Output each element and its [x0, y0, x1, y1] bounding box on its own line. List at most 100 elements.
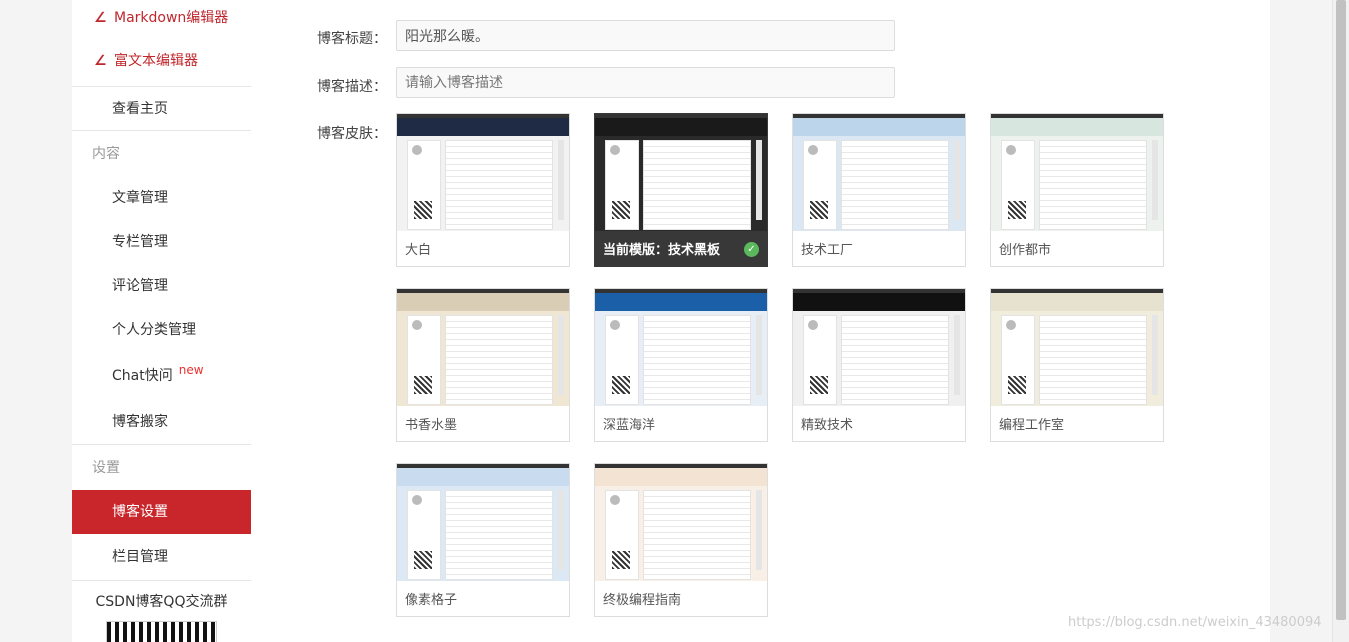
skin-option[interactable]: 深蓝海洋 — [594, 288, 768, 442]
skin-name: 当前模版：技术黑板 — [603, 243, 721, 258]
skin-preview — [991, 114, 1163, 231]
blog-description-input[interactable] — [396, 67, 895, 98]
skin-name: 像素格子 — [405, 593, 458, 608]
preview-body — [643, 315, 751, 405]
settings-panel: 博客标题： 博客描述： 博客皮肤： 大白 当前模版：技术黑板 ✓ 技术工厂 创作都市书香… — [251, 0, 1270, 642]
preview-banner — [595, 293, 767, 311]
skin-preview — [397, 114, 569, 231]
preview-toolbar — [558, 490, 564, 570]
preview-toolbar — [1152, 140, 1158, 220]
sidebar-item-label: 博客设置 — [112, 504, 168, 520]
preview-banner — [595, 468, 767, 486]
skin-name: 书香水墨 — [405, 418, 458, 433]
skin-name: 精致技术 — [801, 418, 854, 433]
preview-sidebar — [605, 140, 639, 230]
skin-name: 大白 — [405, 243, 432, 258]
richtext-editor-label: 富文本编辑器 — [114, 53, 198, 69]
preview-banner — [397, 293, 569, 311]
preview-sidebar — [407, 315, 441, 405]
preview-body — [841, 315, 949, 405]
section-settings-label: 设置 — [92, 460, 120, 476]
new-badge: new — [178, 363, 204, 377]
sidebar-item-column-management[interactable]: 栏目管理 — [72, 534, 251, 580]
preview-body — [1039, 315, 1147, 405]
view-home-link[interactable]: 查看主页 — [72, 86, 251, 130]
skin-option[interactable]: 当前模版：技术黑板 ✓ — [594, 113, 768, 267]
preview-toolbar — [558, 315, 564, 395]
skin-option[interactable]: 终极编程指南 — [594, 463, 768, 617]
markdown-editor-link[interactable]: ∠ Markdown编辑器 — [72, 0, 251, 36]
skin-option[interactable]: 编程工作室 — [990, 288, 1164, 442]
preview-toolbar — [756, 140, 762, 220]
skin-label: 博客皮肤： — [317, 126, 387, 142]
preview-banner — [991, 293, 1163, 311]
preview-body — [445, 315, 553, 405]
scrollbar[interactable] — [1332, 0, 1349, 642]
preview-sidebar — [605, 315, 639, 405]
title-label: 博客标题： — [317, 31, 387, 47]
sidebar: ∠ Markdown编辑器 ∠ 富文本编辑器 查看主页 内容 文章管理 专栏管理 评… — [72, 0, 251, 642]
sidebar-item-migrate[interactable]: 博客搬家 — [72, 400, 251, 444]
skin-name: 技术工厂 — [801, 243, 854, 258]
sidebar-item-label: Chat快问 — [112, 368, 173, 384]
sidebar-item-comments[interactable]: 评论管理 — [72, 264, 251, 308]
skin-option[interactable]: 书香水墨 — [396, 288, 570, 442]
preview-sidebar — [803, 140, 837, 230]
section-content-label: 内容 — [92, 146, 120, 162]
preview-body — [445, 490, 553, 580]
preview-banner — [991, 118, 1163, 136]
preview-body — [1039, 140, 1147, 230]
check-icon: ✓ — [744, 242, 759, 257]
scrollbar-thumb[interactable] — [1336, 0, 1346, 620]
sidebar-item-label: 博客搬家 — [112, 414, 168, 430]
preview-banner — [793, 118, 965, 136]
preview-sidebar — [605, 490, 639, 580]
skin-preview — [991, 289, 1163, 406]
skin-option[interactable]: 技术工厂 — [792, 113, 966, 267]
sidebar-item-label: 个人分类管理 — [112, 322, 196, 338]
sidebar-item-columns[interactable]: 专栏管理 — [72, 220, 251, 264]
skin-name: 深蓝海洋 — [603, 418, 656, 433]
skin-option[interactable]: 像素格子 — [396, 463, 570, 617]
skin-option[interactable]: 精致技术 — [792, 288, 966, 442]
sidebar-item-chat[interactable]: Chat快问 new — [72, 352, 251, 400]
preview-toolbar — [954, 140, 960, 220]
skin-preview — [595, 464, 767, 581]
preview-toolbar — [1152, 315, 1158, 395]
richtext-editor-link[interactable]: ∠ 富文本编辑器 — [72, 36, 251, 86]
preview-toolbar — [954, 315, 960, 395]
section-content-heading: 内容 — [72, 130, 251, 176]
skin-name: 创作都市 — [999, 243, 1052, 258]
preview-toolbar — [756, 315, 762, 395]
preview-body — [643, 140, 751, 230]
sidebar-item-blog-settings[interactable]: 博客设置 — [72, 490, 251, 534]
skin-option[interactable]: 创作都市 — [990, 113, 1164, 267]
sidebar-item-label: 栏目管理 — [112, 549, 168, 565]
preview-sidebar — [407, 140, 441, 230]
sidebar-item-articles[interactable]: 文章管理 — [72, 176, 251, 220]
markdown-editor-label: Markdown编辑器 — [114, 10, 229, 26]
qr-code — [106, 621, 217, 642]
skin-name: 终极编程指南 — [603, 593, 682, 608]
skin-preview — [595, 289, 767, 406]
preview-body — [445, 140, 553, 230]
preview-banner — [397, 468, 569, 486]
preview-sidebar — [407, 490, 441, 580]
preview-banner — [397, 118, 569, 136]
preview-banner — [793, 293, 965, 311]
section-settings-heading: 设置 — [72, 444, 251, 490]
preview-sidebar — [803, 315, 837, 405]
skin-option[interactable]: 大白 — [396, 113, 570, 267]
skin-preview — [793, 289, 965, 406]
description-label: 博客描述： — [317, 79, 387, 95]
sidebar-item-label: 专栏管理 — [112, 234, 168, 250]
skin-preview — [397, 464, 569, 581]
preview-sidebar — [1001, 140, 1035, 230]
blog-title-input[interactable] — [396, 20, 895, 51]
sidebar-item-categories[interactable]: 个人分类管理 — [72, 308, 251, 352]
qq-group-label: CSDN博客QQ交流群 — [95, 594, 228, 610]
skin-preview — [397, 289, 569, 406]
skin-preview — [595, 114, 767, 231]
preview-sidebar — [1001, 315, 1035, 405]
preview-banner — [595, 118, 767, 136]
